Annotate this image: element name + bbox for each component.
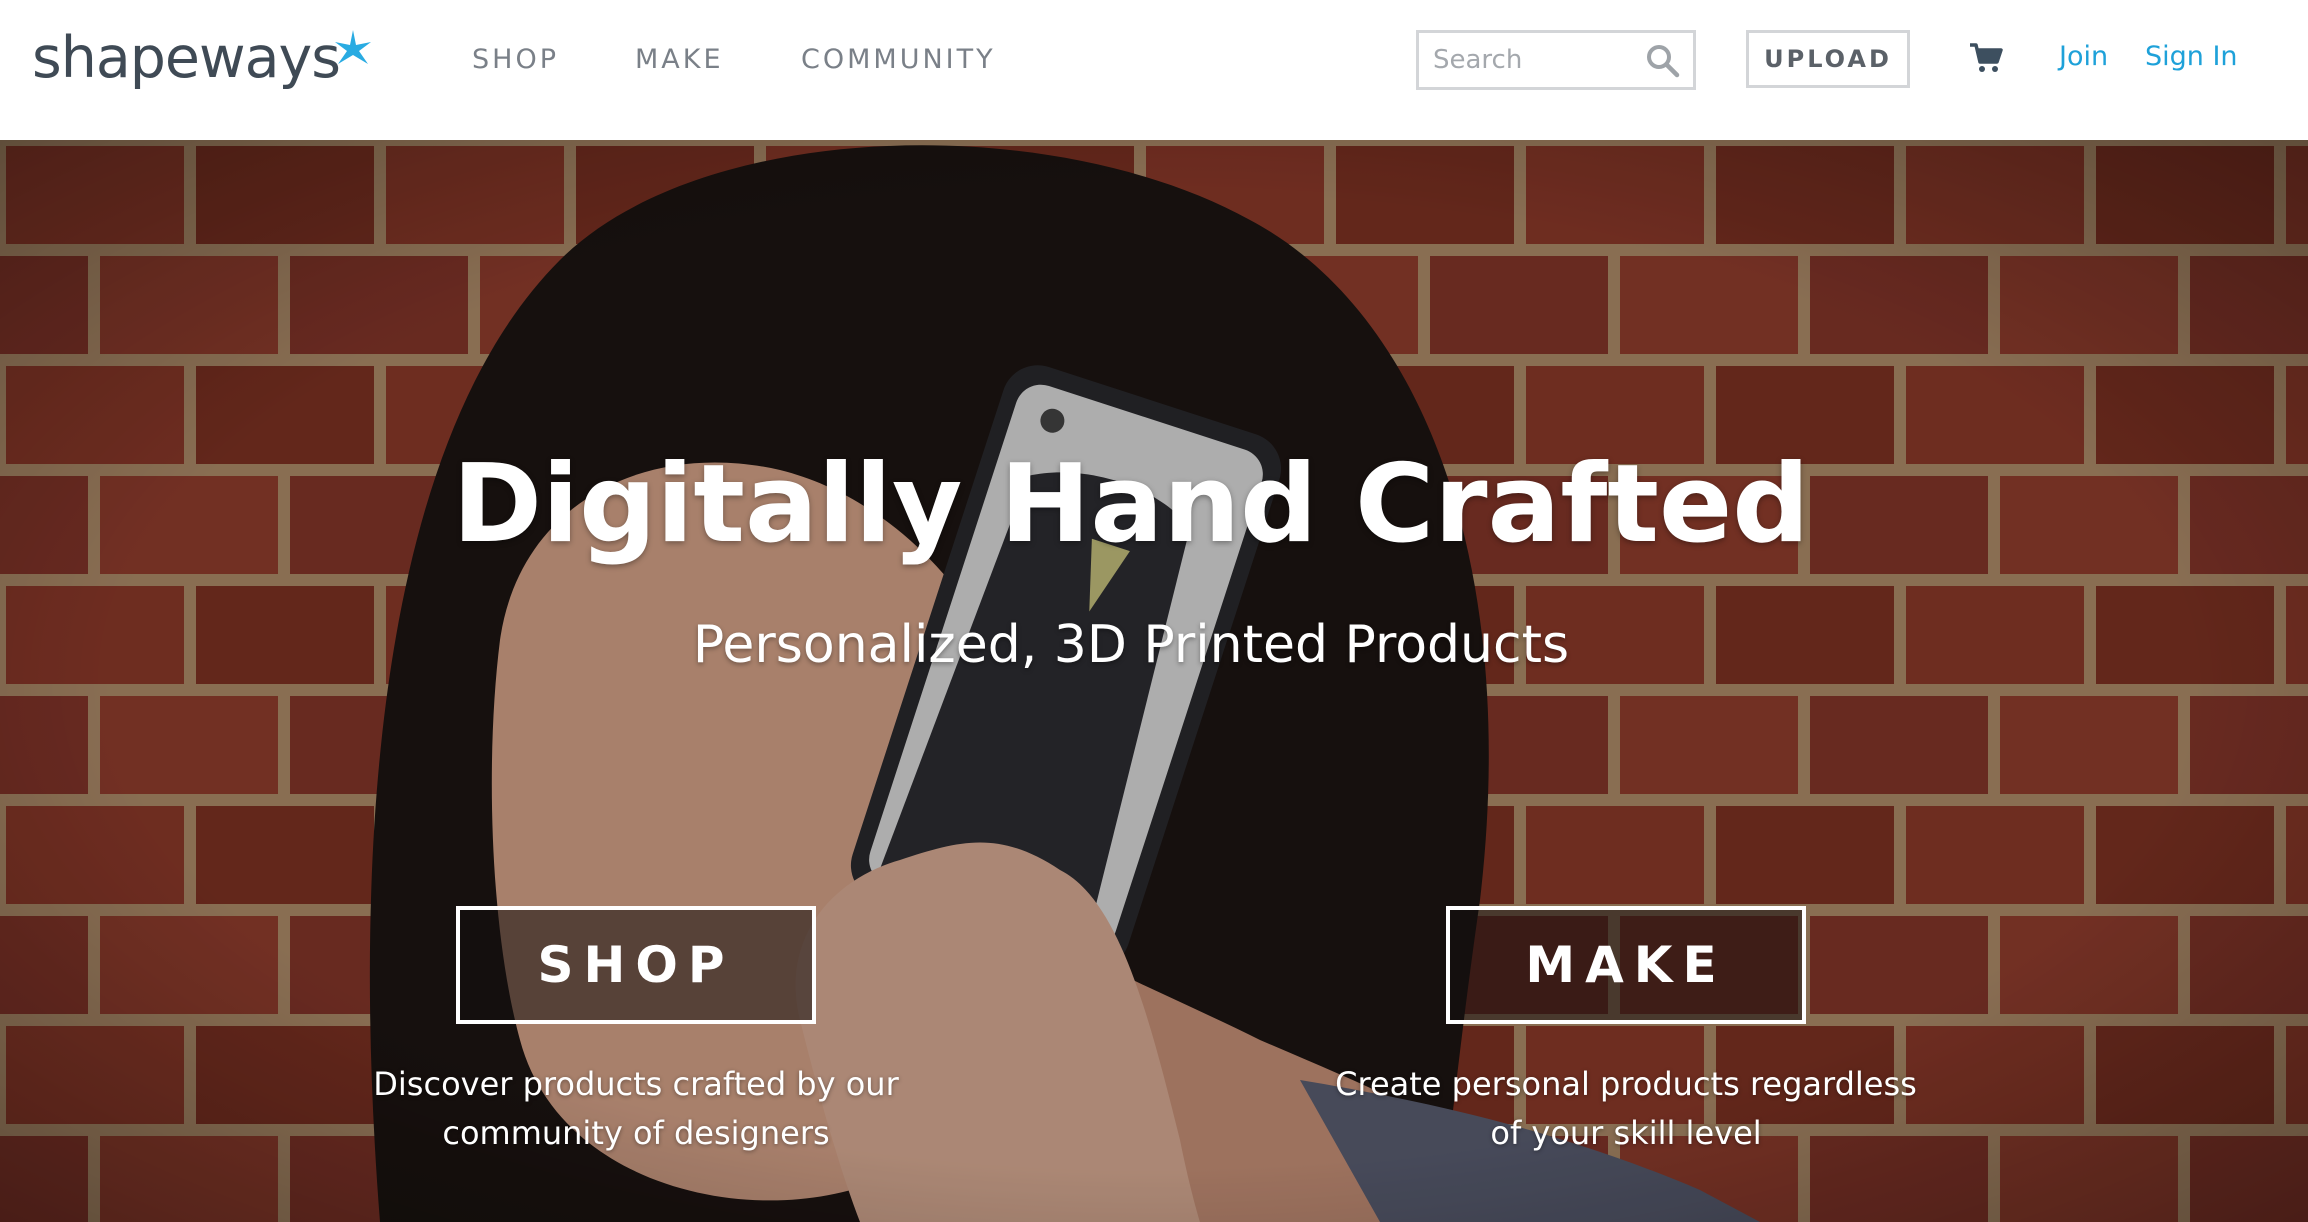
shop-cta-description: Discover products crafted by our communi… <box>326 1060 946 1158</box>
make-cta-button[interactable]: MAKE <box>1446 906 1806 1024</box>
hero-subtitle: Personalized, 3D Printed Products <box>692 615 1570 675</box>
make-desc-line1: Create personal products regardless <box>1335 1065 1917 1103</box>
upload-button[interactable]: UPLOAD <box>1746 30 1910 88</box>
search-box <box>1416 30 1696 90</box>
make-desc-line2: of your skill level <box>1490 1114 1762 1152</box>
make-cta-description: Create personal products regardless of y… <box>1316 1060 1936 1158</box>
site-header: shapeways SHOP MAKE COMMUNITY UPLOAD Joi… <box>0 0 2308 140</box>
shop-desc-line2: community of designers <box>442 1114 830 1152</box>
logo-star-icon <box>335 30 371 64</box>
nav-shop[interactable]: SHOP <box>472 40 559 80</box>
cart-icon[interactable] <box>1968 40 2004 76</box>
shapeways-logo[interactable]: shapeways <box>32 22 341 94</box>
search-input[interactable] <box>1419 33 1639 87</box>
shop-cta-button[interactable]: SHOP <box>456 906 816 1024</box>
nav-make[interactable]: MAKE <box>635 40 724 80</box>
hero-title: Digitally Hand Crafted <box>452 442 1810 567</box>
shop-desc-line1: Discover products crafted by our <box>373 1065 899 1103</box>
hero-banner: Digitally Hand Crafted Personalized, 3D … <box>0 140 2308 1222</box>
nav-community[interactable]: COMMUNITY <box>801 40 996 80</box>
search-icon[interactable] <box>1645 43 1681 79</box>
join-link[interactable]: Join <box>2059 37 2108 77</box>
sign-in-link[interactable]: Sign In <box>2145 37 2238 77</box>
